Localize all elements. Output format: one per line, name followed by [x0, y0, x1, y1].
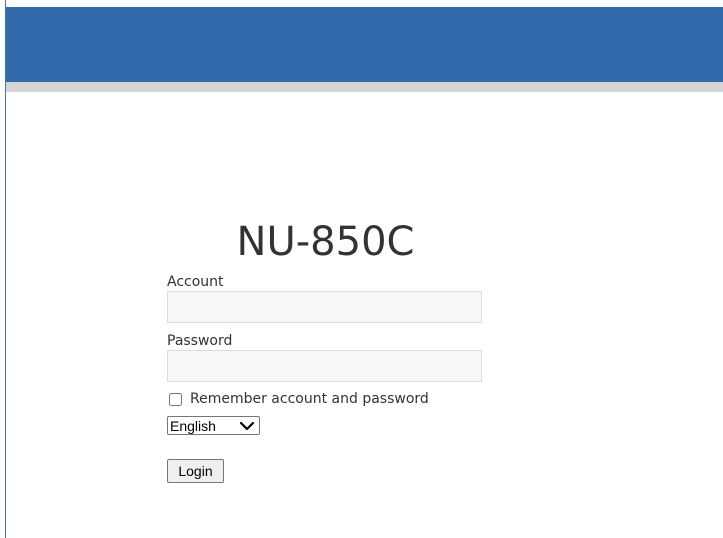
remember-checkbox[interactable] — [169, 392, 182, 406]
window-frame-top — [0, 0, 723, 7]
product-title: NU-850C — [236, 219, 415, 265]
login-button[interactable]: Login — [167, 459, 224, 483]
account-label: Account — [167, 274, 224, 290]
language-select[interactable]: English — [167, 416, 260, 435]
password-input[interactable] — [167, 350, 482, 382]
remember-row: Remember account and password — [167, 390, 429, 408]
header-bar — [6, 7, 723, 82]
language-selected-value: English — [170, 417, 216, 434]
password-label: Password — [167, 333, 233, 349]
account-input[interactable] — [167, 291, 482, 323]
chevron-down-icon — [239, 421, 255, 431]
remember-label[interactable]: Remember account and password — [190, 391, 429, 407]
header-separator — [6, 82, 723, 92]
